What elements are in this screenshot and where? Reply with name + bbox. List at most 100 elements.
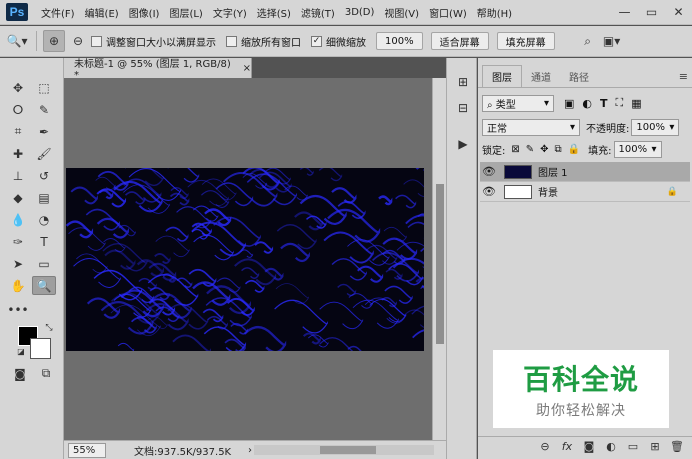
lock-transparent-icon[interactable]: ⊠ xyxy=(511,144,519,155)
filter-shape-icon[interactable]: ⛶ xyxy=(616,96,624,110)
close-tab-icon[interactable]: × xyxy=(243,63,251,74)
zoom-level-field[interactable]: 55% xyxy=(68,442,106,458)
menu-view[interactable]: 视图(V) xyxy=(379,5,424,20)
vertical-scrollbar[interactable] xyxy=(432,78,446,440)
actions-play-icon[interactable]: ▶ xyxy=(451,134,475,153)
blend-mode-select[interactable]: 正常 ▾ xyxy=(482,118,580,136)
menu-filter[interactable]: 滤镜(T) xyxy=(296,5,340,20)
group-icon[interactable]: ▭ xyxy=(624,440,642,453)
maximize-button[interactable]: ▭ xyxy=(638,0,665,24)
trash-icon[interactable]: 🗑 xyxy=(668,440,686,453)
panel-menu-icon[interactable]: ≡ xyxy=(679,70,688,83)
scrubby-zoom-checkbox[interactable]: ✓ 细微缩放 xyxy=(311,34,366,49)
menu-window[interactable]: 窗口(W) xyxy=(424,5,472,20)
checkbox-box[interactable] xyxy=(91,35,102,47)
menu-help[interactable]: 帮助(H) xyxy=(472,5,517,20)
rectangle-tool-icon[interactable]: ▭ xyxy=(32,254,56,273)
menu-layer[interactable]: 图层(L) xyxy=(164,5,207,20)
pen-tool-icon[interactable]: ✑ xyxy=(6,232,30,251)
eye-icon[interactable]: 👁 xyxy=(480,185,498,198)
menu-edit[interactable]: 编辑(E) xyxy=(80,5,124,20)
horizontal-scroll-thumb[interactable] xyxy=(320,446,376,454)
eye-icon[interactable]: 👁 xyxy=(480,165,498,178)
opacity-value: 100% xyxy=(636,121,665,133)
filter-adjustment-icon[interactable]: ◐ xyxy=(582,97,592,110)
edit-toolbar-icon[interactable]: ••• xyxy=(6,300,30,319)
history-panel-icon[interactable]: ⊞ xyxy=(451,72,475,91)
blend-mode-label: 正常 xyxy=(487,123,507,135)
tab-channels[interactable]: 通道 xyxy=(522,66,560,87)
menu-type[interactable]: 文字(Y) xyxy=(208,5,252,20)
lock-image-icon[interactable]: ✎ xyxy=(526,144,534,155)
lock-all-icon[interactable]: 🔒 xyxy=(568,144,580,155)
zoom-in-icon[interactable]: ⊕ xyxy=(43,30,65,52)
quick-mask-icon[interactable]: ◙ xyxy=(8,364,32,383)
menu-3d[interactable]: 3D(D) xyxy=(340,7,380,18)
resize-windows-checkbox[interactable]: 调整窗口大小以满屏显示 xyxy=(91,34,216,49)
zoom-tool-icon[interactable]: 🔍 xyxy=(32,276,56,295)
quick-select-tool-icon[interactable]: ✎ xyxy=(32,100,56,119)
tab-paths[interactable]: 路径 xyxy=(560,66,598,87)
history-brush-tool-icon[interactable]: ↺ xyxy=(32,166,56,185)
brush-tool-icon[interactable]: 🖌 xyxy=(32,144,56,163)
horizontal-scrollbar[interactable] xyxy=(254,445,434,455)
resize-windows-label: 调整窗口大小以满屏显示 xyxy=(106,37,216,49)
vertical-scroll-thumb[interactable] xyxy=(436,184,444,344)
workspace-icon[interactable]: ▣▾ xyxy=(601,30,623,52)
dodge-tool-icon[interactable]: ◔ xyxy=(32,210,56,229)
background-color-swatch[interactable] xyxy=(30,338,51,359)
zoom-100-button[interactable]: 100% xyxy=(376,32,423,50)
screen-mode-icon[interactable]: ⧉ xyxy=(34,364,58,383)
move-tool-icon[interactable]: ✥ xyxy=(6,78,30,97)
minimize-button[interactable]: — xyxy=(611,0,638,24)
link-icon[interactable]: ⊖ xyxy=(536,440,554,453)
checkbox-box-checked[interactable]: ✓ xyxy=(311,35,322,47)
menu-file[interactable]: 文件(F) xyxy=(36,5,80,20)
close-button[interactable]: ✕ xyxy=(665,0,692,24)
zoom-out-icon[interactable]: ⊖ xyxy=(67,30,89,52)
adjustment-icon[interactable]: ◐ xyxy=(602,440,620,453)
zoom-tool-preset-icon[interactable]: 🔍▾ xyxy=(6,30,28,52)
opacity-field[interactable]: 100% ▾ xyxy=(631,118,680,136)
blur-tool-icon[interactable]: 💧 xyxy=(6,210,30,229)
fit-screen-button[interactable]: 适合屏幕 xyxy=(430,32,489,50)
eyedropper-tool-icon[interactable]: ✒ xyxy=(32,122,56,141)
filter-pixel-icon[interactable]: ▣ xyxy=(564,97,574,110)
canvas-swirl xyxy=(70,186,98,205)
type-tool-icon[interactable]: T xyxy=(32,232,56,251)
menu-image[interactable]: 图像(I) xyxy=(124,5,165,20)
fx-icon[interactable]: fx xyxy=(558,440,576,453)
fill-screen-button[interactable]: 填充屏幕 xyxy=(496,32,555,50)
menu-select[interactable]: 选择(S) xyxy=(252,5,296,20)
fill-field[interactable]: 100% ▾ xyxy=(613,140,662,158)
status-arrow-icon[interactable]: › xyxy=(248,445,252,456)
checkbox-box[interactable] xyxy=(226,35,237,47)
filter-type-icon[interactable]: T xyxy=(600,97,608,110)
lasso-tool-icon[interactable]: ⵔ xyxy=(6,100,30,119)
layer-row-layer-1[interactable]: 👁 图层 1 xyxy=(480,162,690,182)
properties-panel-icon[interactable]: ⊟ xyxy=(451,98,475,117)
swap-colors-icon[interactable]: ⤡ xyxy=(42,322,56,334)
path-selection-tool-icon[interactable]: ➤ xyxy=(6,254,30,273)
canvas-swirl xyxy=(274,299,328,334)
healing-brush-tool-icon[interactable]: ✚ xyxy=(6,144,30,163)
filter-kind-select[interactable]: ⌕ 类型 ▾ xyxy=(482,94,554,112)
mask-icon[interactable]: ◙ xyxy=(580,440,598,453)
filter-smart-object-icon[interactable]: ▦ xyxy=(631,97,641,110)
lock-position-icon[interactable]: ✥ xyxy=(540,144,548,155)
search-icon[interactable]: ⌕ xyxy=(577,30,599,52)
default-colors-icon[interactable]: ◪ xyxy=(14,345,28,357)
layer-row-background[interactable]: 👁 背景 🔒 xyxy=(480,182,690,202)
hand-tool-icon[interactable]: ✋ xyxy=(6,276,30,295)
clone-stamp-tool-icon[interactable]: ⊥ xyxy=(6,166,30,185)
gradient-tool-icon[interactable]: ▤ xyxy=(32,188,56,207)
eraser-tool-icon[interactable]: ◆ xyxy=(6,188,30,207)
new-layer-icon[interactable]: ⊞ xyxy=(646,440,664,453)
zoom-all-windows-checkbox[interactable]: 缩放所有窗口 xyxy=(226,34,301,49)
document-tab[interactable]: 未标题-1 @ 55% (图层 1, RGB/8) * × xyxy=(64,58,252,81)
lock-artboard-icon[interactable]: ⧉ xyxy=(555,144,562,155)
crop-tool-icon[interactable]: ⌗ xyxy=(6,122,30,141)
canvas[interactable] xyxy=(66,168,424,351)
tab-layers[interactable]: 图层 xyxy=(482,65,522,87)
marquee-tool-icon[interactable]: ⬚ xyxy=(32,78,56,97)
